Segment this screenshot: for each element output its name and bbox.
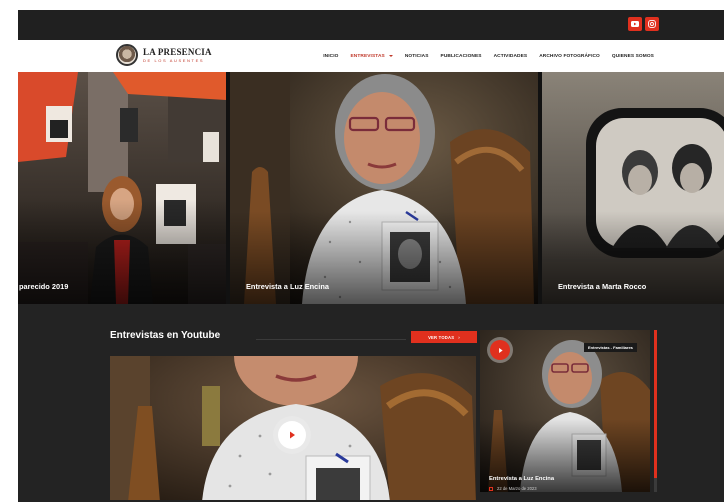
nav-item-inicio[interactable]: INICIO bbox=[323, 54, 338, 59]
play-button[interactable] bbox=[278, 421, 306, 449]
hero-slide-marta-rocco[interactable]: Entrevista a Marta Rocco bbox=[542, 72, 724, 304]
nav-item-entrevistas[interactable]: ENTREVISTAS bbox=[351, 54, 393, 59]
logo-title: LA PRESENCIA bbox=[143, 46, 212, 57]
instagram-icon[interactable] bbox=[645, 17, 659, 31]
hero-slide-protest[interactable]: parecido 2019 bbox=[18, 72, 226, 304]
section-divider bbox=[256, 339, 406, 340]
calendar-icon bbox=[489, 486, 493, 491]
hero-slide-caption: Entrevista a Luz Encina bbox=[246, 282, 329, 291]
protest-photo bbox=[18, 72, 226, 304]
side-video-date-text: 22 de Marzo de 2023 bbox=[497, 486, 537, 491]
side-video-title[interactable]: Entrevista a Luz Encina bbox=[489, 476, 554, 482]
play-icon bbox=[498, 347, 503, 353]
chevron-right-icon: › bbox=[458, 334, 460, 340]
main-navbar: LA PRESENCIA DE LOS AUSENTES INICIO ENTR… bbox=[18, 40, 724, 72]
top-bar bbox=[18, 10, 724, 40]
side-play-button[interactable] bbox=[490, 340, 510, 360]
view-all-button[interactable]: VER TODAS › bbox=[411, 331, 477, 343]
nav-item-actividades[interactable]: ACTIVIDADES bbox=[494, 54, 528, 59]
hero-slide-caption: Entrevista a Marta Rocco bbox=[558, 282, 647, 291]
chevron-down-icon bbox=[388, 55, 393, 57]
view-all-label: VER TODAS bbox=[428, 334, 455, 340]
nav-label: ENTREVISTAS bbox=[350, 53, 385, 59]
nav-label: INICIO bbox=[323, 53, 339, 59]
youtube-icon[interactable] bbox=[628, 17, 642, 31]
hero-carousel: parecido 2019 Entrevista a Luz Encina En… bbox=[18, 72, 724, 304]
play-icon bbox=[290, 431, 295, 439]
side-video-date: 22 de Marzo de 2023 bbox=[489, 486, 537, 491]
nav-label: ACTIVIDADES bbox=[493, 53, 528, 59]
section-title: Entrevistas en Youtube bbox=[110, 330, 221, 341]
nav-item-archivo[interactable]: ARCHIVO FOTOGRÁFICO bbox=[539, 54, 600, 59]
logo-subtitle: DE LOS AUSENTES bbox=[143, 57, 205, 63]
video-list-scrollbar[interactable] bbox=[654, 330, 657, 492]
logo-text: LA PRESENCIA DE LOS AUSENTES bbox=[143, 46, 212, 63]
category-badge[interactable]: Entrevistas - Familiares bbox=[584, 343, 637, 352]
nav-label: ARCHIVO FOTOGRÁFICO bbox=[539, 53, 600, 59]
nav-item-quienes-somos[interactable]: QUIENES SOMOS bbox=[612, 54, 654, 59]
nav-item-noticias[interactable]: NOTICIAS bbox=[405, 54, 429, 59]
scrollbar-thumb[interactable] bbox=[654, 330, 657, 478]
hero-slide-caption: parecido 2019 bbox=[19, 282, 69, 291]
logo-emblem-icon bbox=[116, 44, 138, 66]
nav-menu: INICIO ENTREVISTAS NOTICIAS PUBLICACIONE… bbox=[323, 40, 654, 72]
nav-item-publicaciones[interactable]: PUBLICACIONES bbox=[441, 54, 482, 59]
framed-photo bbox=[542, 72, 724, 304]
site-logo[interactable]: LA PRESENCIA DE LOS AUSENTES bbox=[116, 44, 212, 66]
nav-label: QUIENES SOMOS bbox=[611, 53, 654, 59]
hero-slide-luz-encina[interactable]: Entrevista a Luz Encina bbox=[230, 72, 538, 304]
nav-label: NOTICIAS bbox=[404, 53, 429, 59]
nav-label: PUBLICACIONES bbox=[440, 53, 482, 59]
portrait-photo bbox=[230, 72, 538, 304]
